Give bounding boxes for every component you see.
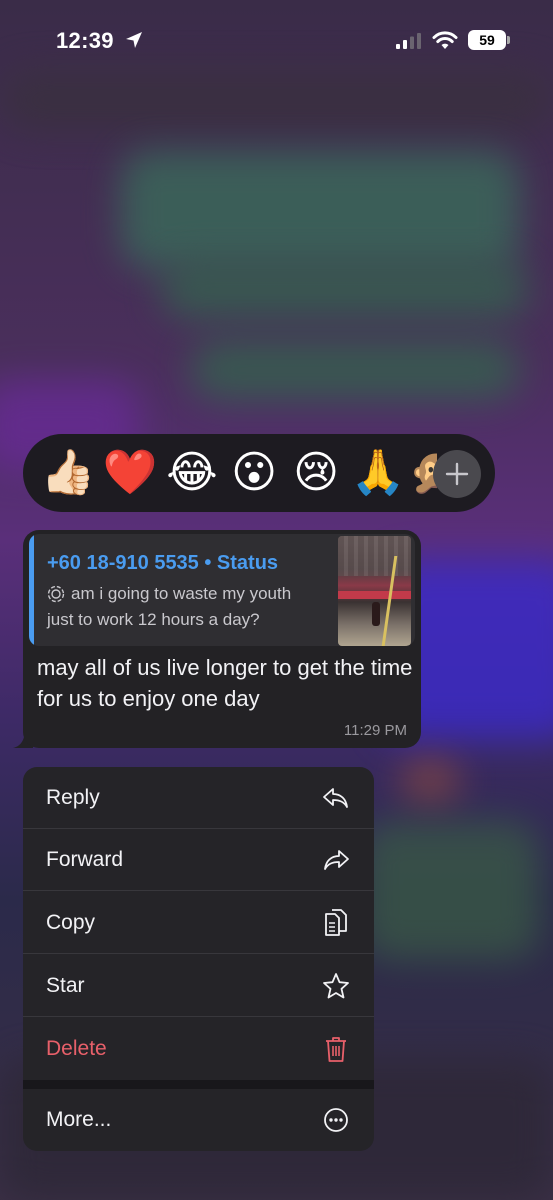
forward-arrow-icon	[322, 846, 350, 874]
reaction-thumbs-up[interactable]: 👍🏻	[37, 442, 99, 504]
status-ring-icon	[47, 585, 65, 603]
more-ellipsis-icon	[322, 1106, 350, 1134]
quote-sender: +60 18-910 5535 • Status	[47, 552, 279, 574]
plus-icon	[445, 462, 469, 486]
menu-more-label: More...	[46, 1108, 112, 1131]
message-bubble[interactable]: +60 18-910 5535 • Status am i going to w…	[23, 530, 421, 748]
menu-star-label: Star	[46, 973, 85, 997]
status-bar: 12:39 59	[0, 26, 553, 60]
reaction-tears-of-joy[interactable]: 😂	[161, 442, 223, 504]
message-text: may all of us live longer to get the tim…	[37, 655, 413, 711]
quote-text-1: am i going to waste my youth	[71, 584, 292, 603]
cellular-signal-icon	[396, 33, 421, 49]
menu-more[interactable]: More...	[23, 1089, 374, 1151]
menu-star[interactable]: Star	[23, 955, 374, 1017]
menu-forward-label: Forward	[46, 847, 124, 871]
more-reactions-button[interactable]	[433, 450, 481, 498]
quote-line-1: am i going to waste my youth	[47, 584, 291, 604]
message-time: 11:29 PM	[343, 722, 407, 739]
menu-group-separator	[23, 1080, 374, 1089]
menu-copy-label: Copy	[46, 910, 96, 934]
menu-forward[interactable]: Forward	[23, 829, 374, 891]
reaction-surprised[interactable]: 😮	[223, 442, 285, 504]
status-thumbnail	[338, 536, 411, 646]
quote-accent-bar	[29, 534, 34, 646]
menu-delete[interactable]: Delete	[23, 1018, 374, 1080]
menu-copy[interactable]: Copy	[23, 892, 374, 954]
wifi-icon	[432, 31, 458, 49]
reaction-folded-hands[interactable]: 🙏	[347, 442, 409, 504]
quoted-status[interactable]: +60 18-910 5535 • Status am i going to w…	[29, 534, 415, 646]
context-menu: Reply Forward Copy Star Delete More...	[23, 767, 374, 1151]
star-icon	[322, 972, 350, 1000]
status-time: 12:39	[56, 28, 114, 53]
menu-reply[interactable]: Reply	[23, 767, 374, 829]
trash-icon	[322, 1035, 350, 1063]
reply-arrow-icon	[322, 784, 350, 812]
reaction-bar: 👍🏻 ❤️ 😂 😮 😢 🙏 🙊	[23, 434, 495, 512]
quote-text-2: just to work 12 hours a day?	[47, 610, 260, 629]
battery-cap	[507, 36, 510, 44]
copy-documents-icon	[322, 908, 350, 937]
reaction-crying[interactable]: 😢	[285, 442, 347, 504]
reaction-red-heart[interactable]: ❤️	[99, 442, 161, 504]
location-arrow-icon	[126, 32, 142, 48]
menu-reply-label: Reply	[46, 785, 100, 809]
battery-indicator: 59	[468, 30, 506, 50]
menu-delete-label: Delete	[46, 1037, 107, 1060]
